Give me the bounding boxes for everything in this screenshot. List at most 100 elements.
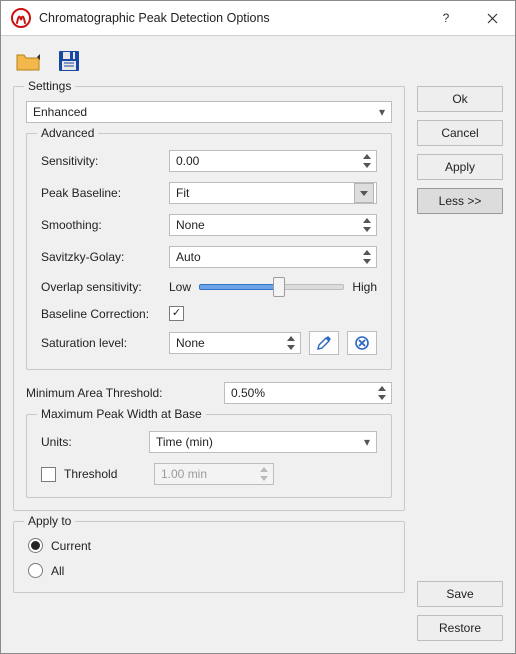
sensitivity-row: Sensitivity: 0.00: [41, 150, 377, 172]
right-button-column: Ok Cancel Apply Less >> Save Restore: [417, 86, 503, 641]
svg-text:?: ?: [443, 12, 450, 24]
apply-to-all-row[interactable]: All: [28, 563, 392, 578]
max-peak-width-legend: Maximum Peak Width at Base: [37, 407, 206, 421]
units-label: Units:: [41, 435, 141, 449]
advanced-legend: Advanced: [37, 126, 98, 140]
chevron-down-icon[interactable]: [284, 343, 298, 352]
overlap-sensitivity-label: Overlap sensitivity:: [41, 280, 161, 294]
savitzky-golay-spinner[interactable]: [360, 248, 374, 266]
preset-value: Enhanced: [33, 105, 87, 119]
smoothing-input[interactable]: None: [169, 214, 377, 236]
apply-to-legend: Apply to: [24, 514, 75, 528]
savitzky-golay-row: Savitzky-Golay: Auto: [41, 246, 377, 268]
peak-baseline-label: Peak Baseline:: [41, 186, 161, 200]
chevron-down-icon[interactable]: [360, 161, 374, 170]
open-folder-button[interactable]: [15, 48, 43, 74]
saturation-level-input[interactable]: None: [169, 332, 301, 354]
baseline-correction-checkbox[interactable]: ✓: [169, 306, 184, 321]
overlap-high-label: High: [352, 280, 377, 294]
toolbar: [13, 46, 503, 86]
apply-to-current-radio[interactable]: [28, 538, 43, 553]
chevron-up-icon[interactable]: [360, 216, 374, 225]
apply-to-current-label: Current: [51, 539, 91, 553]
units-value: Time (min): [156, 435, 213, 449]
advanced-group: Advanced Sensitivity: 0.00: [26, 133, 392, 370]
saturation-level-label: Saturation level:: [41, 336, 161, 350]
apply-to-current-row[interactable]: Current: [28, 538, 392, 553]
overlap-sensitivity-slider[interactable]: [199, 278, 344, 296]
restore-button[interactable]: Restore: [417, 615, 503, 641]
chevron-down-icon: ▾: [364, 435, 370, 449]
slider-thumb[interactable]: [273, 277, 285, 297]
threshold-value: 1.00 min: [161, 467, 207, 481]
baseline-correction-label: Baseline Correction:: [41, 307, 161, 321]
smoothing-row: Smoothing: None: [41, 214, 377, 236]
max-peak-width-group: Maximum Peak Width at Base Units: Time (…: [26, 414, 392, 498]
reset-saturation-button[interactable]: [347, 331, 377, 355]
smoothing-label: Smoothing:: [41, 218, 161, 232]
savitzky-golay-label: Savitzky-Golay:: [41, 250, 161, 264]
eyedropper-button[interactable]: [309, 331, 339, 355]
chevron-down-icon: ▾: [379, 105, 385, 119]
smoothing-spinner[interactable]: [360, 216, 374, 234]
slider-fill: [199, 284, 281, 290]
chevron-up-icon[interactable]: [360, 248, 374, 257]
apply-to-all-radio[interactable]: [28, 563, 43, 578]
saturation-level-value: None: [176, 336, 205, 350]
settings-group: Settings Enhanced ▾ Advanced Sensitivity…: [13, 86, 405, 511]
apply-button[interactable]: Apply: [417, 154, 503, 180]
sensitivity-spinner[interactable]: [360, 152, 374, 170]
close-button[interactable]: [469, 1, 515, 35]
units-select[interactable]: Time (min) ▾: [149, 431, 377, 453]
savitzky-golay-input[interactable]: Auto: [169, 246, 377, 268]
save-preset-button[interactable]: Save: [417, 581, 503, 607]
cancel-button[interactable]: Cancel: [417, 120, 503, 146]
sensitivity-value: 0.00: [176, 154, 199, 168]
save-button[interactable]: [55, 48, 83, 74]
threshold-row: Threshold 1.00 min: [41, 463, 377, 485]
baseline-correction-row: Baseline Correction: ✓: [41, 306, 377, 321]
min-area-threshold-row: Minimum Area Threshold: 0.50%: [26, 382, 392, 404]
help-button[interactable]: ?: [423, 1, 469, 35]
chevron-up-icon[interactable]: [284, 334, 298, 343]
apply-to-group: Apply to Current All: [13, 521, 405, 593]
chevron-down-icon: [257, 474, 271, 483]
peak-baseline-value: Fit: [176, 186, 189, 200]
less-button[interactable]: Less >>: [417, 188, 503, 214]
ok-button[interactable]: Ok: [417, 86, 503, 112]
threshold-spinner: [257, 465, 271, 483]
app-logo-icon: [11, 8, 31, 28]
smoothing-value: None: [176, 218, 205, 232]
preset-select[interactable]: Enhanced ▾: [26, 101, 392, 123]
threshold-checkbox[interactable]: [41, 467, 56, 482]
saturation-spinner[interactable]: [284, 334, 298, 352]
apply-to-all-label: All: [51, 564, 64, 578]
min-area-threshold-input[interactable]: 0.50%: [224, 382, 392, 404]
main-columns: Settings Enhanced ▾ Advanced Sensitivity…: [13, 86, 503, 641]
chevron-down-icon[interactable]: [375, 393, 389, 402]
radio-dot: [31, 541, 40, 550]
peak-baseline-select[interactable]: Fit: [169, 182, 377, 204]
chevron-up-icon[interactable]: [360, 152, 374, 161]
sensitivity-label: Sensitivity:: [41, 154, 161, 168]
sensitivity-input[interactable]: 0.00: [169, 150, 377, 172]
chevron-down-icon[interactable]: [354, 183, 374, 203]
dialog-window: Chromatographic Peak Detection Options ?…: [0, 0, 516, 654]
min-area-threshold-label: Minimum Area Threshold:: [26, 386, 216, 400]
chevron-down-icon[interactable]: [360, 257, 374, 266]
savitzky-golay-value: Auto: [176, 250, 201, 264]
units-row: Units: Time (min) ▾: [41, 431, 377, 453]
dialog-title: Chromatographic Peak Detection Options: [39, 11, 423, 25]
overlap-sensitivity-row: Overlap sensitivity: Low High: [41, 278, 377, 296]
min-area-spinner[interactable]: [375, 384, 389, 402]
left-column: Settings Enhanced ▾ Advanced Sensitivity…: [13, 86, 405, 641]
settings-legend: Settings: [24, 79, 75, 93]
checkmark-icon: ✓: [170, 307, 183, 320]
min-area-threshold-value: 0.50%: [231, 386, 265, 400]
titlebar: Chromatographic Peak Detection Options ?: [1, 1, 515, 36]
peak-baseline-row: Peak Baseline: Fit: [41, 182, 377, 204]
threshold-label: Threshold: [64, 467, 146, 481]
dialog-body: Settings Enhanced ▾ Advanced Sensitivity…: [1, 36, 515, 653]
chevron-up-icon[interactable]: [375, 384, 389, 393]
chevron-down-icon[interactable]: [360, 225, 374, 234]
